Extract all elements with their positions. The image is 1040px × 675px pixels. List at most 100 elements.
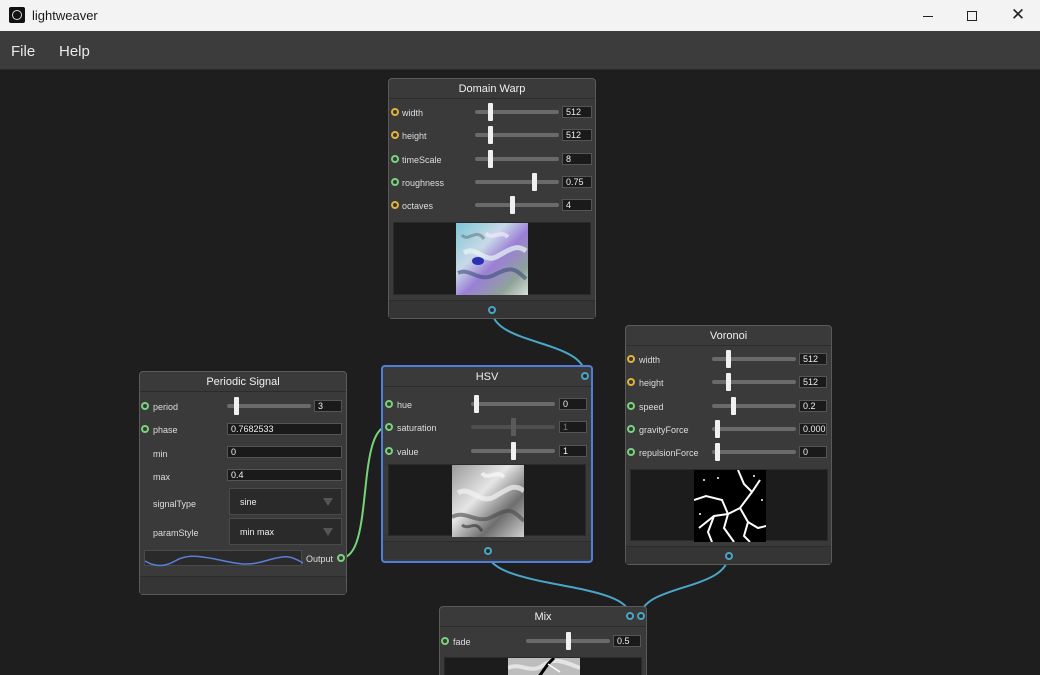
- phase-field[interactable]: 0.7682533: [227, 423, 342, 435]
- input-port-b[interactable]: [637, 612, 645, 620]
- dropdown-caret-icon: [323, 528, 333, 536]
- roughness-slider-track[interactable]: [475, 180, 559, 184]
- gravityforce-port[interactable]: [627, 425, 635, 433]
- period-slider-thumb[interactable]: [234, 397, 239, 415]
- node-graph-canvas[interactable]: Domain Warp width 512 height 512 timeSca…: [0, 71, 1040, 675]
- speed-value[interactable]: 0.2: [799, 400, 827, 412]
- width-slider-thumb[interactable]: [488, 103, 493, 121]
- output-port[interactable]: [484, 547, 492, 555]
- saturation-port[interactable]: [385, 423, 393, 431]
- period-value[interactable]: 3: [314, 400, 342, 412]
- maximize-button[interactable]: [949, 0, 995, 31]
- saturation-label: saturation: [397, 423, 437, 433]
- hue-slider-thumb[interactable]: [474, 395, 479, 413]
- timescale-slider-thumb[interactable]: [488, 150, 493, 168]
- width-slider-thumb[interactable]: [726, 350, 731, 368]
- domain-warp-preview-image: [456, 223, 528, 295]
- output-port[interactable]: [725, 552, 733, 560]
- menu-help[interactable]: Help: [59, 43, 90, 60]
- param-style-dropdown[interactable]: min max: [229, 518, 342, 545]
- signal-type-dropdown[interactable]: sine: [229, 488, 342, 515]
- octaves-slider-thumb[interactable]: [510, 196, 515, 214]
- period-label: period: [153, 402, 179, 412]
- height-slider-thumb[interactable]: [726, 373, 731, 391]
- menu-bar: File Help: [0, 31, 1040, 70]
- height-port[interactable]: [391, 131, 399, 139]
- timescale-value[interactable]: 8: [562, 153, 592, 165]
- gravityforce-value[interactable]: 0.000: [799, 423, 827, 435]
- octaves-slider-track[interactable]: [475, 203, 559, 207]
- input-port-a[interactable]: [626, 612, 634, 620]
- gravityforce-slider-thumb[interactable]: [715, 420, 720, 438]
- minimize-button[interactable]: [905, 0, 951, 31]
- output-port[interactable]: [488, 306, 496, 314]
- maximize-icon: [967, 11, 977, 22]
- repulsionforce-label: repulsionForce: [639, 448, 699, 458]
- period-port[interactable]: [141, 402, 149, 410]
- octaves-value[interactable]: 4: [562, 199, 592, 211]
- node-preview: [388, 464, 586, 537]
- mix-node[interactable]: Mix fade 0.5: [439, 606, 647, 675]
- roughness-label: roughness: [402, 178, 445, 188]
- value-port[interactable]: [385, 447, 393, 455]
- fade-value[interactable]: 0.5: [613, 635, 641, 647]
- saturation-value[interactable]: 1: [559, 421, 587, 433]
- repulsionforce-slider-track[interactable]: [712, 450, 796, 454]
- min-field[interactable]: 0: [227, 446, 342, 458]
- hsv-node[interactable]: HSV hue 0 saturation 1 value 1: [381, 365, 593, 563]
- octaves-port[interactable]: [391, 201, 399, 209]
- value-slider-thumb[interactable]: [511, 442, 516, 460]
- output-port[interactable]: [337, 554, 345, 562]
- title-bar: lightweaver ✕: [0, 0, 1040, 31]
- signal-type-label: signalType: [153, 499, 197, 509]
- saturation-slider-thumb[interactable]: [511, 418, 516, 436]
- height-slider-track[interactable]: [712, 380, 796, 384]
- output-label: Output: [306, 554, 334, 564]
- periodic-signal-node[interactable]: Periodic Signal period 3 phase 0.7682533…: [139, 371, 347, 595]
- value-label: value: [397, 447, 419, 457]
- value-value[interactable]: 1: [559, 445, 587, 457]
- width-label: width: [402, 108, 424, 118]
- roughness-port[interactable]: [391, 178, 399, 186]
- speed-slider-thumb[interactable]: [731, 397, 736, 415]
- hue-port[interactable]: [385, 400, 393, 408]
- repulsionforce-value[interactable]: 0: [799, 446, 827, 458]
- fade-slider-thumb[interactable]: [566, 632, 571, 650]
- gravityforce-slider-track[interactable]: [712, 427, 796, 431]
- window-title: lightweaver: [32, 8, 98, 23]
- fade-port[interactable]: [441, 637, 449, 645]
- voronoi-node[interactable]: Voronoi width 512 height 512 speed 0.2 g…: [625, 325, 832, 565]
- speed-slider-track[interactable]: [712, 404, 796, 408]
- hue-slider-track[interactable]: [471, 402, 555, 406]
- width-value[interactable]: 512: [562, 106, 592, 118]
- repulsionforce-slider-thumb[interactable]: [715, 443, 720, 461]
- close-button[interactable]: ✕: [995, 0, 1040, 31]
- voronoi-preview-image: [694, 470, 766, 542]
- roughness-slider-thumb[interactable]: [532, 173, 537, 191]
- repulsionforce-port[interactable]: [627, 448, 635, 456]
- dropdown-caret-icon: [323, 498, 333, 506]
- hsv-preview-image: [452, 465, 524, 537]
- height-value[interactable]: 512: [562, 129, 592, 141]
- hue-label: hue: [397, 400, 413, 410]
- hue-value[interactable]: 0: [559, 398, 587, 410]
- domain-warp-node[interactable]: Domain Warp width 512 height 512 timeSca…: [388, 78, 596, 319]
- width-slider-track[interactable]: [712, 357, 796, 361]
- input-port[interactable]: [581, 372, 589, 380]
- width-value[interactable]: 512: [799, 353, 827, 365]
- max-label: max: [153, 472, 171, 482]
- node-preview: [444, 657, 642, 675]
- width-label: width: [639, 355, 661, 365]
- width-port[interactable]: [391, 108, 399, 116]
- roughness-value[interactable]: 0.75: [562, 176, 592, 188]
- phase-port[interactable]: [141, 425, 149, 433]
- height-port[interactable]: [627, 378, 635, 386]
- menu-file[interactable]: File: [11, 43, 35, 60]
- height-value[interactable]: 512: [799, 376, 827, 388]
- max-field[interactable]: 0.4: [227, 469, 342, 481]
- period-slider-track[interactable]: [227, 404, 311, 408]
- height-slider-thumb[interactable]: [488, 126, 493, 144]
- timescale-port[interactable]: [391, 155, 399, 163]
- width-port[interactable]: [627, 355, 635, 363]
- speed-port[interactable]: [627, 402, 635, 410]
